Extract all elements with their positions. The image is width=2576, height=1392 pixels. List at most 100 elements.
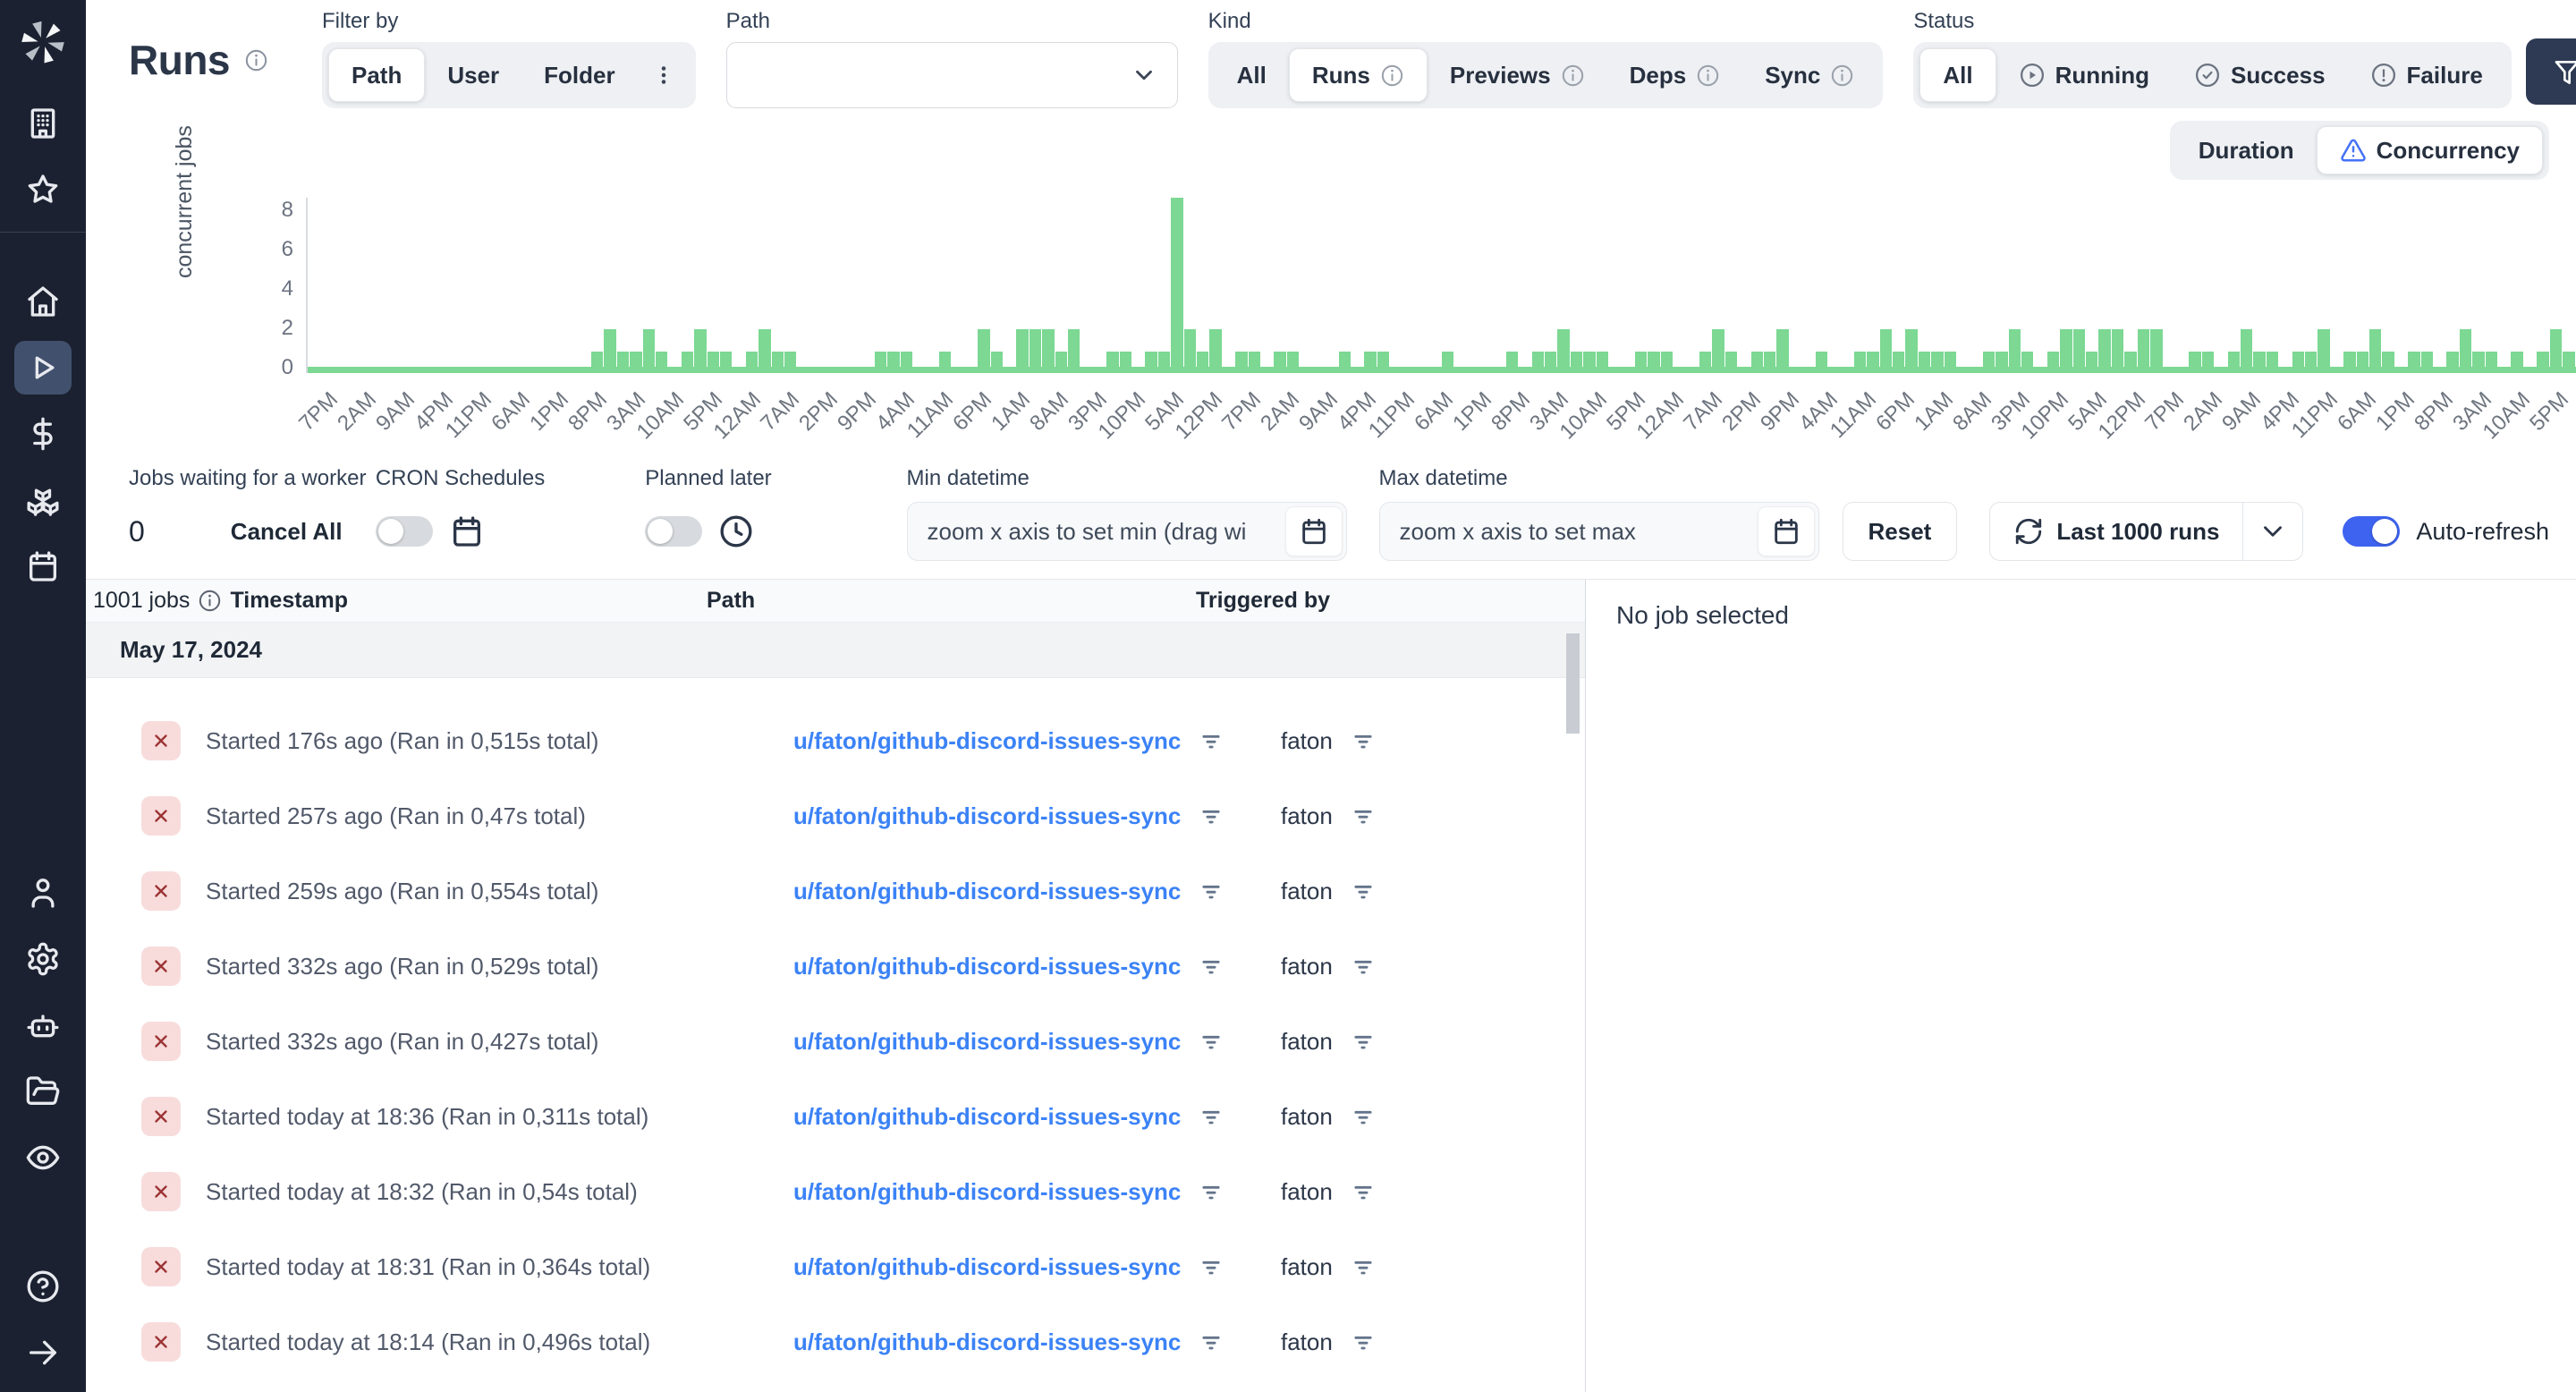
row-timestamp: Started today at 18:31 (Ran in 0,364s to…	[206, 1252, 651, 1280]
kind-group: Kind All Runs Previews Deps Sync	[1208, 9, 1884, 108]
rows-container: Started 176s ago (Ran in 0,515s total) u…	[86, 678, 1585, 1379]
chevron-down-icon	[1135, 70, 1152, 81]
path-select[interactable]	[725, 42, 1178, 108]
max-datetime-calendar-button[interactable]	[1757, 506, 1815, 556]
table-row[interactable]: Started today at 18:32 (Ran in 0,54s tot…	[86, 1154, 1585, 1229]
failure-x-icon	[141, 1097, 181, 1136]
table-row[interactable]: Started 332s ago (Ran in 0,427s total) u…	[86, 1004, 1585, 1079]
list-scrollbar[interactable]	[1566, 623, 1580, 1392]
table-row[interactable]: Started 176s ago (Ran in 0,515s total) u…	[86, 703, 1585, 778]
cron-label: CRON Schedules	[375, 466, 546, 490]
row-path-link[interactable]: u/faton/github-discord-issues-sync	[793, 1253, 1181, 1281]
help-circle-icon[interactable]	[14, 1260, 72, 1313]
status-option-all[interactable]: All	[1919, 48, 1996, 102]
gear-icon[interactable]	[14, 932, 72, 986]
status-option-failure[interactable]: Failure	[2348, 48, 2505, 102]
filter-by-user-icon[interactable]	[1351, 1179, 1376, 1204]
windmill-logo[interactable]	[20, 0, 66, 90]
status-label: Status	[1913, 9, 1975, 33]
filter-by-option-path[interactable]: Path	[328, 48, 426, 102]
user-icon[interactable]	[14, 866, 72, 920]
filter-by-user-icon[interactable]	[1351, 1104, 1376, 1129]
filter-by-option-user[interactable]: User	[425, 48, 521, 102]
runs-play-icon[interactable]	[14, 341, 72, 395]
row-timestamp: Started 259s ago (Ran in 0,554s total)	[206, 877, 599, 904]
list-scrollbar-thumb[interactable]	[1566, 633, 1580, 734]
kind-option-deps[interactable]: Deps	[1607, 48, 1743, 102]
path-filter-group: Path	[725, 9, 1178, 108]
jobs-count-info-icon	[198, 589, 222, 613]
robot-icon[interactable]	[14, 998, 72, 1052]
filter-by-user-icon[interactable]	[1351, 1329, 1376, 1354]
filter-by-user-icon[interactable]	[1351, 878, 1376, 904]
view-option-concurrency[interactable]: Concurrency	[2316, 126, 2543, 174]
table-row[interactable]: Started 332s ago (Ran in 0,529s total) u…	[86, 929, 1585, 1004]
status-option-success[interactable]: Success	[2172, 48, 2348, 102]
row-path-link[interactable]: u/faton/github-discord-issues-sync	[793, 802, 1181, 830]
more-filters-button[interactable]: More filters	[2525, 38, 2576, 105]
planned-later-toggle[interactable]	[645, 516, 703, 547]
row-triggered-by: faton	[1281, 726, 1333, 754]
table-row[interactable]: Started today at 18:31 (Ran in 0,364s to…	[86, 1229, 1585, 1304]
row-path-link[interactable]: u/faton/github-discord-issues-sync	[793, 1328, 1181, 1356]
funnel-icon	[2555, 61, 2576, 84]
cancel-all-button[interactable]: Cancel All	[231, 518, 343, 546]
row-path-link[interactable]: u/faton/github-discord-issues-sync	[793, 878, 1181, 905]
row-timestamp: Started today at 18:32 (Ran in 0,54s tot…	[206, 1177, 638, 1205]
runs-count-chevron[interactable]	[2243, 503, 2302, 560]
table-row[interactable]: Started 259s ago (Ran in 0,554s total) u…	[86, 853, 1585, 929]
table-row[interactable]: Started today at 18:36 (Ran in 0,311s to…	[86, 1079, 1585, 1154]
kind-option-sync[interactable]: Sync	[1742, 48, 1877, 102]
reset-button[interactable]: Reset	[1842, 502, 1958, 561]
status-option-running[interactable]: Running	[1996, 48, 2172, 102]
star-icon[interactable]	[14, 163, 72, 216]
row-timestamp: Started 332s ago (Ran in 0,529s total)	[206, 952, 599, 980]
main-area: Runs Filter by Path User Folder Path Kin…	[86, 0, 2576, 1392]
dollar-icon[interactable]	[14, 407, 72, 461]
row-path-link[interactable]: u/faton/github-discord-issues-sync	[793, 1103, 1181, 1131]
row-path-link[interactable]: u/faton/github-discord-issues-sync	[793, 1028, 1181, 1056]
max-datetime-input[interactable]	[1378, 502, 1819, 561]
min-datetime-calendar-button[interactable]	[1284, 506, 1343, 556]
kind-option-previews[interactable]: Previews	[1428, 48, 1607, 102]
folder-open-icon[interactable]	[14, 1065, 72, 1118]
min-datetime-label: Min datetime	[906, 466, 1030, 490]
auto-refresh-toggle[interactable]	[2343, 516, 2401, 547]
table-row[interactable]: Started 257s ago (Ran in 0,47s total) u/…	[86, 778, 1585, 853]
cron-group: CRON Schedules	[375, 466, 645, 561]
path-filter-label: Path	[725, 9, 770, 33]
eye-icon[interactable]	[14, 1131, 72, 1184]
cron-toggle[interactable]	[375, 516, 433, 547]
deps-info-icon	[1696, 64, 1720, 88]
col-triggered-by: Triggered by	[1196, 588, 1331, 613]
filter-by-user-icon[interactable]	[1351, 1029, 1376, 1054]
kind-option-all[interactable]: All	[1215, 48, 1289, 102]
filter-by-option-folder[interactable]: Folder	[521, 48, 637, 102]
success-circle-check-icon	[2194, 62, 2221, 89]
row-path-link[interactable]: u/faton/github-discord-issues-sync	[793, 953, 1181, 980]
runs-kind-info-icon	[1380, 64, 1404, 88]
boxes-icon[interactable]	[14, 473, 72, 527]
last-1000-runs-button[interactable]: Last 1000 runs	[1990, 503, 2242, 560]
chart-plot-area[interactable]	[306, 198, 2576, 373]
home-icon[interactable]	[14, 275, 72, 328]
filter-by-user-icon[interactable]	[1351, 954, 1376, 979]
view-option-duration[interactable]: Duration	[2176, 126, 2317, 174]
filter-by-group: Filter by Path User Folder	[322, 9, 696, 108]
auto-refresh-group: Auto-refresh	[2343, 502, 2549, 561]
row-path-link[interactable]: u/faton/github-discord-issues-sync	[793, 727, 1181, 755]
filter-by-kebab-icon[interactable]	[638, 62, 690, 89]
calendar-icon[interactable]	[14, 539, 72, 593]
failure-x-icon	[141, 1322, 181, 1362]
filter-by-user-icon[interactable]	[1351, 1254, 1376, 1279]
table-row[interactable]: Started today at 18:14 (Ran in 0,496s to…	[86, 1304, 1585, 1379]
filter-by-user-icon[interactable]	[1351, 728, 1376, 753]
filter-by-user-icon[interactable]	[1351, 803, 1376, 828]
building-icon[interactable]	[14, 97, 72, 150]
collapse-arrow-right-icon[interactable]	[14, 1326, 72, 1379]
kind-option-runs[interactable]: Runs	[1288, 48, 1428, 102]
min-datetime-input[interactable]	[906, 502, 1347, 561]
status-group: Status All Running Success Failure	[1913, 9, 2512, 108]
calendar-icon	[1774, 518, 1798, 545]
row-path-link[interactable]: u/faton/github-discord-issues-sync	[793, 1178, 1181, 1206]
